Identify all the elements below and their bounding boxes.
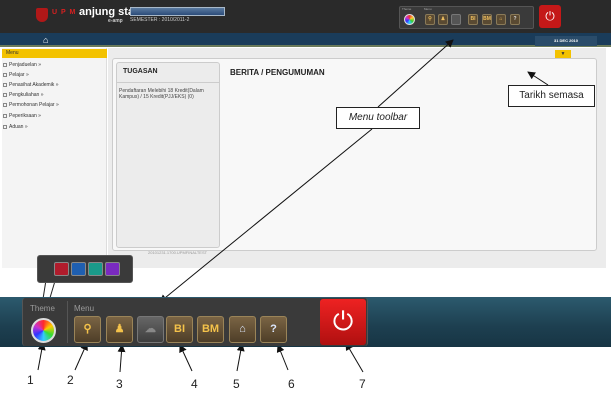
theme-wheel-icon[interactable] xyxy=(31,318,56,343)
key-icon[interactable]: ⚲ xyxy=(74,316,101,343)
label-7: 7 xyxy=(359,377,366,391)
arrow-tarikh xyxy=(527,71,549,86)
menu-label: Menu xyxy=(74,304,95,313)
tarikh-callout: Tarikh semasa xyxy=(508,85,595,107)
menu-toolbar-callout: Menu toolbar xyxy=(336,107,420,129)
users-icon[interactable]: ♟ xyxy=(106,316,133,343)
home-icon-big[interactable]: ⌂ xyxy=(229,316,256,343)
cloud-icon[interactable]: ☁ xyxy=(137,316,164,343)
label-5: 5 xyxy=(233,377,240,391)
label-2: 2 xyxy=(67,373,74,387)
help-button[interactable]: ? xyxy=(260,316,287,343)
bm-button[interactable]: BM xyxy=(197,316,224,343)
swatch-blue[interactable] xyxy=(71,262,86,276)
swatch-purple[interactable] xyxy=(105,262,120,276)
arrow-menu-bottom xyxy=(159,128,373,303)
bi-button[interactable]: BI xyxy=(166,316,193,343)
toolbar-divider xyxy=(67,301,68,343)
label-3: 3 xyxy=(116,377,123,391)
swatch-red[interactable] xyxy=(54,262,69,276)
label-1: 1 xyxy=(27,373,34,387)
theme-label: Theme xyxy=(30,304,55,313)
label-4: 4 xyxy=(191,377,198,391)
swatch-teal[interactable] xyxy=(88,262,103,276)
label-6: 6 xyxy=(288,377,295,391)
power-icon[interactable]: ⏻ xyxy=(320,299,366,345)
arrow-menu-top xyxy=(377,39,454,108)
